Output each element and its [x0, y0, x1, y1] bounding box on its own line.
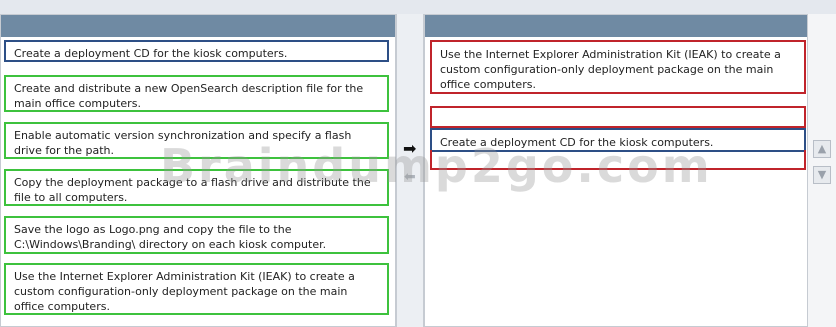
answer-area-header	[425, 15, 807, 37]
answer-slot-label: Create a deployment CD for the kiosk com…	[440, 136, 714, 149]
list-item-label: Use the Internet Explorer Administration…	[14, 270, 355, 313]
answer-slot-bottom-edge	[430, 150, 806, 170]
list-item-label: Create and distribute a new OpenSearch d…	[14, 82, 364, 110]
list-item-label: Create a deployment CD for the kiosk com…	[14, 47, 288, 60]
answer-slot-label: Use the Internet Explorer Administration…	[440, 48, 781, 91]
list-item-label: Save the logo as Logo.png and copy the f…	[14, 223, 327, 251]
list-item-label: Enable automatic version synchronization…	[14, 129, 352, 157]
list-item[interactable]: Enable automatic version synchronization…	[4, 122, 389, 159]
arrow-up-icon[interactable]: ▲	[813, 140, 831, 158]
answer-slot-selected[interactable]: Create a deployment CD for the kiosk com…	[430, 128, 806, 152]
source-list-header	[1, 15, 395, 37]
arrow-right-icon[interactable]: ➡	[403, 141, 416, 157]
list-item[interactable]: Create a deployment CD for the kiosk com…	[4, 40, 389, 62]
arrow-down-icon[interactable]: ▼	[813, 166, 831, 184]
list-item-label: Copy the deployment package to a flash d…	[14, 176, 371, 204]
list-item[interactable]: Create and distribute a new OpenSearch d…	[4, 75, 389, 112]
list-item[interactable]: Copy the deployment package to a flash d…	[4, 169, 389, 206]
answer-slot-empty[interactable]	[430, 106, 806, 128]
list-item[interactable]: Save the logo as Logo.png and copy the f…	[4, 216, 389, 254]
top-strip	[0, 0, 836, 15]
arrow-left-icon[interactable]: ⬅	[404, 170, 416, 184]
list-item[interactable]: Use the Internet Explorer Administration…	[4, 263, 389, 315]
answer-slot[interactable]: Use the Internet Explorer Administration…	[430, 40, 806, 94]
